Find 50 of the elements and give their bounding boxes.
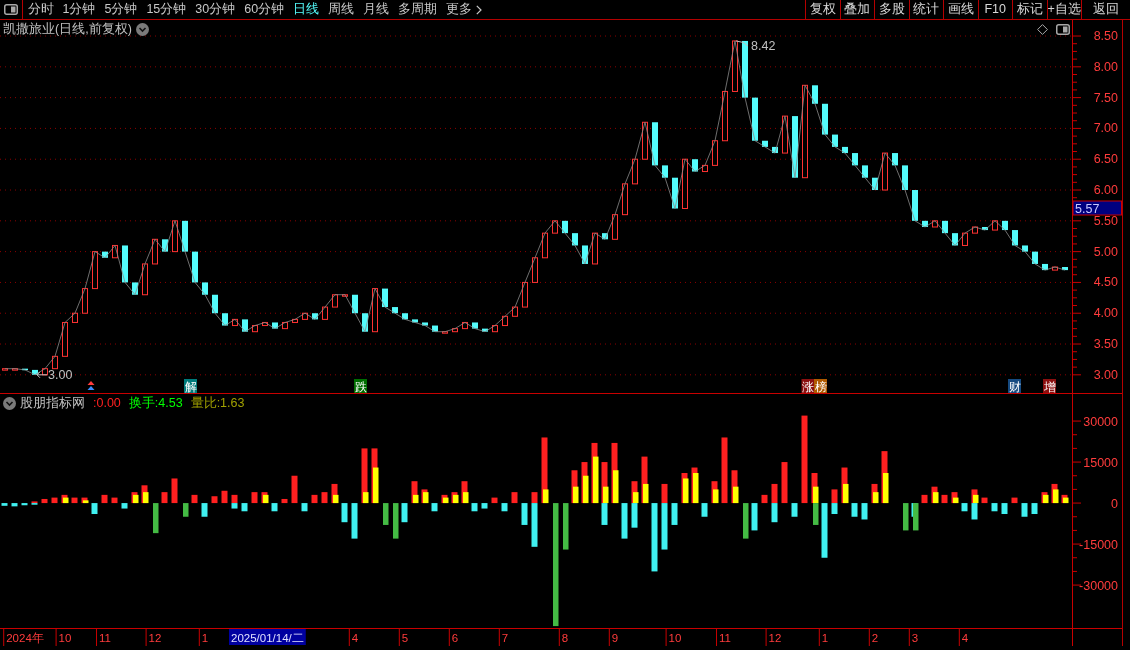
axis-label: 8.00 — [1093, 59, 1118, 74]
indicator-name: 股朋指标网 — [20, 396, 85, 411]
time-axis-label: 4 — [961, 631, 969, 644]
time-axis-label: 10 — [58, 631, 72, 644]
event-tag: 涨 — [801, 379, 815, 393]
time-axis-label: 5 — [401, 631, 409, 644]
event-tag: 增 — [1043, 379, 1056, 393]
axis-label: 3.50 — [1093, 337, 1118, 352]
cursor-date-label: 2025/01/14/二 — [229, 629, 306, 645]
event-tag: 解 — [184, 379, 197, 393]
axis-label: 7.50 — [1093, 90, 1118, 105]
cursor-price-label: 5.57 — [1072, 200, 1122, 216]
event-tag: 跌 — [354, 379, 367, 393]
indicator-readout: 换手:4.53 — [128, 396, 183, 411]
time-axis-label: 1 — [821, 631, 829, 644]
axis-label: 6.00 — [1093, 183, 1118, 197]
indicator-readout: :0.00 — [93, 396, 121, 411]
axis-label: 4.00 — [1093, 306, 1118, 321]
axis-label: 0 — [1111, 496, 1118, 511]
axis-label: -15000 — [1079, 537, 1118, 552]
time-axis-label: 10 — [668, 631, 682, 644]
axis-label: 7.00 — [1093, 121, 1118, 136]
time-axis-label: 1 — [201, 631, 209, 644]
time-axis-label: 2024年 — [6, 631, 44, 644]
time-axis-label: 12 — [768, 631, 782, 644]
axis-label: 5.50 — [1093, 213, 1118, 228]
time-axis-label: 6 — [451, 631, 459, 644]
axis-label: 6.50 — [1093, 152, 1118, 167]
axis-label: 5.00 — [1093, 244, 1118, 259]
axis-label: -30000 — [1079, 578, 1118, 593]
high-price-label: 8.42 — [751, 39, 776, 54]
axis-label: 15000 — [1083, 455, 1118, 470]
time-axis-label: 4 — [351, 631, 359, 644]
time-axis-label: 11 — [99, 631, 111, 644]
time-axis-label: 9 — [611, 631, 619, 644]
time-axis-label: 11 — [719, 631, 731, 644]
time-axis-label: 2 — [871, 631, 879, 644]
axis-label: 3.00 — [1093, 367, 1118, 382]
axis-label: 30000 — [1083, 414, 1118, 429]
time-axis-label: 8 — [561, 631, 569, 644]
time-axis-label: 7 — [501, 631, 509, 644]
event-tag: 榜 — [814, 379, 827, 393]
indicator-readout: 量比:1.63 — [190, 396, 245, 411]
axis-label: 8.50 — [1093, 29, 1118, 43]
time-axis-label: 3 — [911, 631, 919, 644]
low-price-label: 3.00 — [48, 368, 73, 383]
axis-label: 4.50 — [1093, 275, 1118, 290]
time-axis-label: 12 — [148, 631, 162, 644]
event-tag: 财 — [1008, 379, 1021, 393]
chart-title: 凯撒旅业(日线,前复权) — [3, 22, 132, 37]
